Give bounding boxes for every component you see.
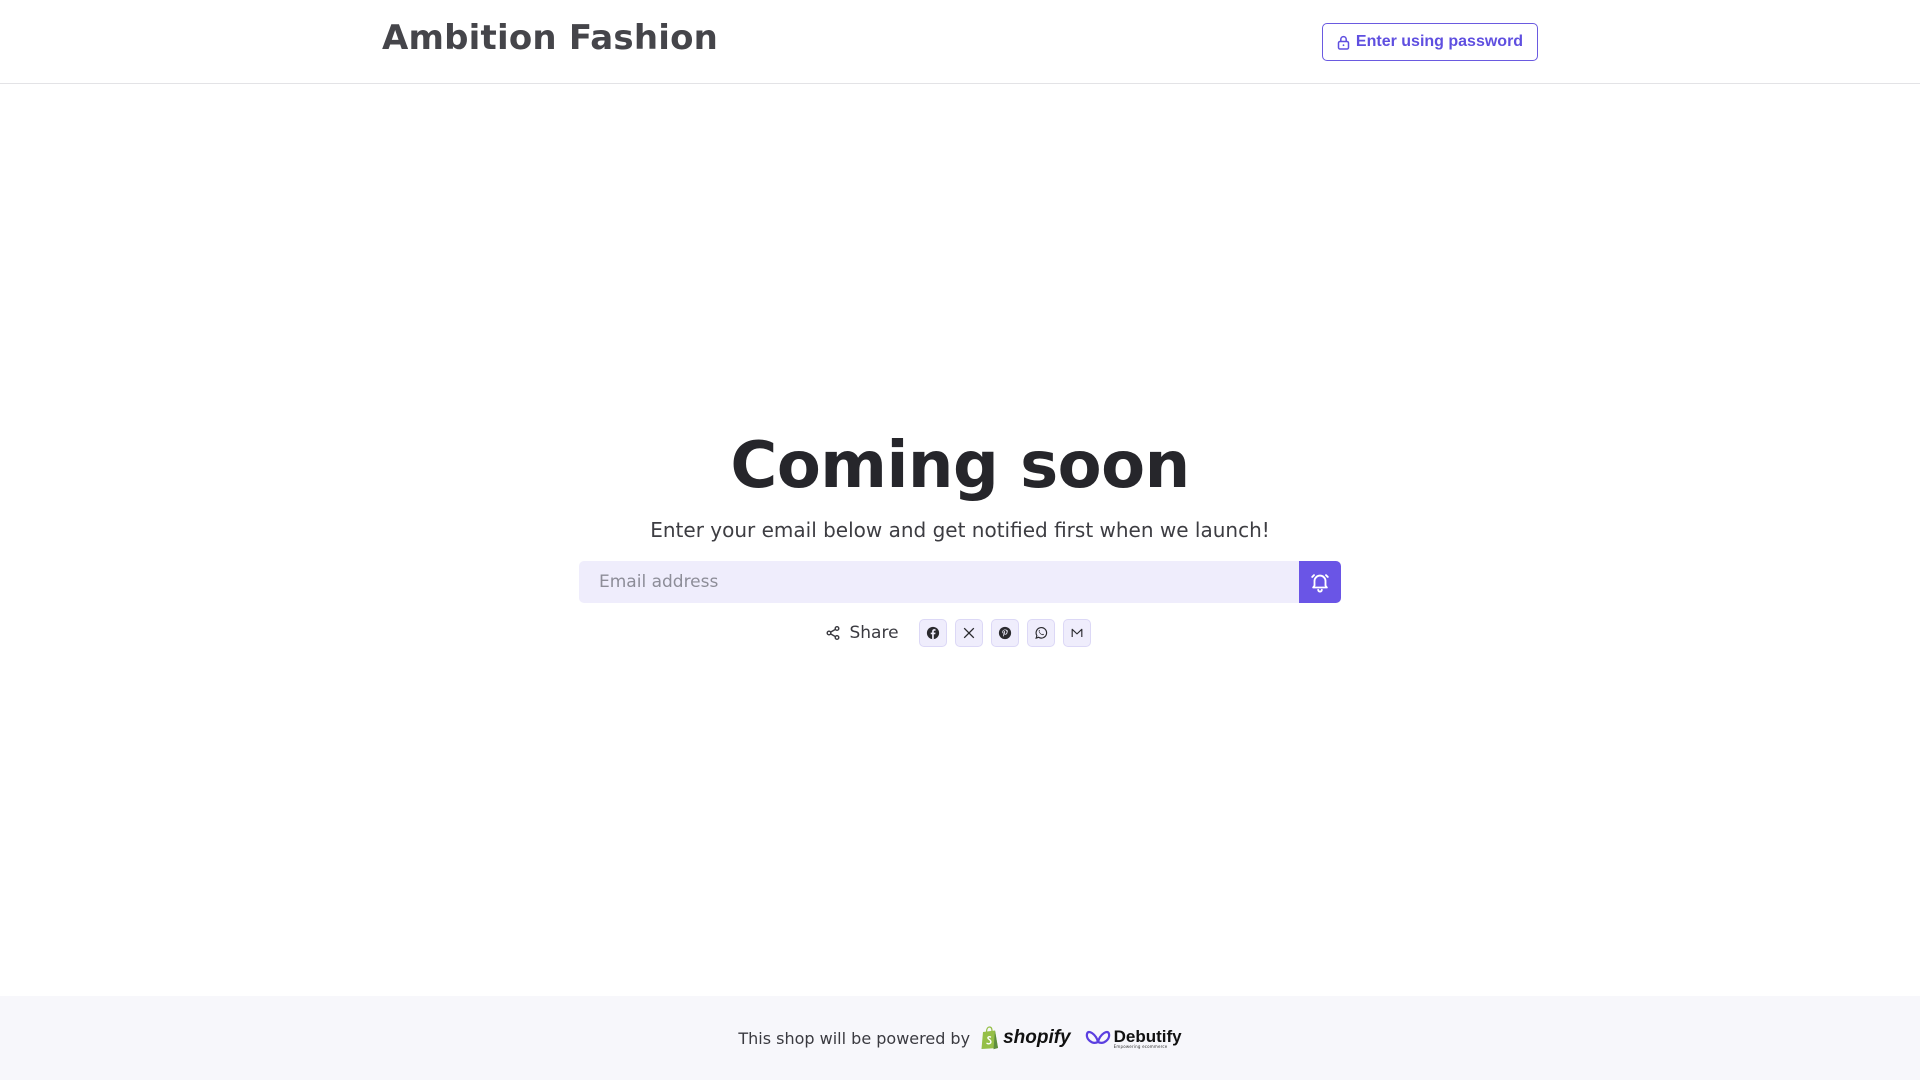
powered-by-text: This shop will be powered by xyxy=(738,1028,971,1048)
share-bar: Share xyxy=(0,618,1920,648)
site-header: Ambition Fashion Enter using password xyxy=(0,0,1920,84)
share-label-group: Share xyxy=(825,623,899,643)
debutify-logo[interactable]: Debutify Empowering ecommerce xyxy=(1085,1028,1182,1049)
email-input[interactable] xyxy=(579,561,1299,603)
x-icon xyxy=(963,627,974,639)
page-subtitle: Enter your email below and get notified … xyxy=(650,518,1270,542)
facebook-icon xyxy=(926,626,939,640)
share-label: Share xyxy=(849,623,899,643)
debutify-tagline: Empowering ecommerce xyxy=(1113,1043,1168,1049)
store-name[interactable]: Ambition Fashion xyxy=(382,18,718,58)
pinterest-icon xyxy=(998,626,1011,640)
shopify-bag-icon xyxy=(981,1026,999,1050)
bell-icon xyxy=(1311,574,1329,593)
share-pinterest-button[interactable] xyxy=(990,619,1019,647)
enter-password-button[interactable]: Enter using password xyxy=(1322,23,1538,61)
share-icon xyxy=(826,626,840,640)
lock-icon xyxy=(1337,35,1350,50)
mail-icon xyxy=(1071,628,1082,637)
debutify-wordmark: Debutify xyxy=(1113,1026,1182,1046)
debutify-text-group: Debutify Empowering ecommerce xyxy=(1114,1028,1182,1049)
notify-submit-button[interactable] xyxy=(1299,561,1341,603)
share-x-button[interactable] xyxy=(954,619,983,647)
shopify-logo[interactable]: shopify xyxy=(980,1026,1071,1050)
site-footer: This shop will be powered by shopify Deb… xyxy=(0,996,1920,1080)
share-email-button[interactable] xyxy=(1062,619,1091,647)
share-whatsapp-button[interactable] xyxy=(1026,619,1055,647)
debutify-butterfly-icon xyxy=(1085,1030,1110,1044)
enter-password-label: Enter using password xyxy=(1355,33,1524,50)
share-facebook-button[interactable] xyxy=(918,619,947,647)
shopify-wordmark: shopify xyxy=(1003,1027,1071,1048)
newsletter-form xyxy=(579,561,1341,603)
page-title: Coming soon xyxy=(730,429,1190,503)
whatsapp-icon xyxy=(1034,627,1047,639)
